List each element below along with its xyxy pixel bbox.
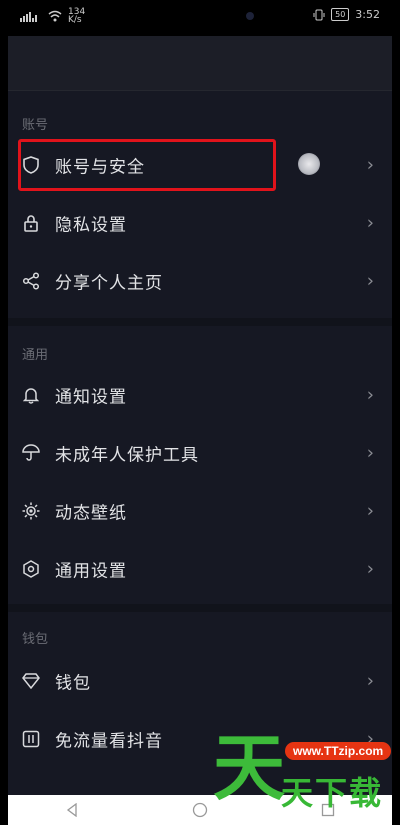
settings-row-share-profile[interactable]: 分享个人主页 › [8, 256, 392, 306]
settings-row-notifications[interactable]: 通知设置 › [8, 370, 392, 420]
settings-row-label: 动态壁纸 [55, 503, 127, 524]
status-bar: 134 K/s 50 3:52 [8, 0, 392, 36]
settings-row-live-wallpaper[interactable]: 动态壁纸 › [8, 486, 392, 536]
settings-row-label: 通用设置 [55, 561, 127, 582]
section-divider [8, 604, 392, 612]
share-icon [22, 272, 40, 290]
home-circle-icon [192, 802, 208, 818]
section-label-account: 账号 [22, 118, 49, 133]
wifi-icon [48, 10, 62, 22]
section-label-wallet: 钱包 [22, 632, 49, 647]
vibrate-icon [313, 9, 325, 20]
status-right: 50 3:52 [313, 8, 380, 21]
settings-row-minor-protection[interactable]: 未成年人保护工具 › [8, 428, 392, 478]
chevron-right-icon: › [366, 212, 374, 234]
chevron-right-icon: › [366, 670, 374, 692]
settings-row-label: 未成年人保护工具 [55, 445, 199, 466]
chevron-right-icon: › [366, 442, 374, 464]
diamond-icon [22, 672, 40, 690]
status-left: 134 K/s [20, 7, 86, 25]
home-button[interactable] [190, 800, 210, 820]
settings-row-general-settings[interactable]: 通用设置 › [8, 544, 392, 594]
battery-level: 50 [331, 8, 350, 21]
chevron-right-icon: › [366, 154, 374, 176]
settings-screen: 134 K/s 50 3:52 账号 账号与安全 › 隐私设置 › 分享个人主页… [8, 0, 392, 825]
header-divider [8, 90, 392, 91]
settings-row-label: 钱包 [55, 673, 91, 694]
back-button[interactable] [62, 800, 82, 820]
header-area [8, 36, 392, 90]
sun-icon [22, 502, 40, 520]
section-divider [8, 318, 392, 326]
front-camera [246, 12, 254, 20]
watermark-url: www.TTzip.com [285, 742, 392, 760]
chevron-right-icon: › [366, 500, 374, 522]
settings-row-wallet[interactable]: 钱包 › [8, 656, 392, 706]
settings-row-label: 免流量看抖音 [55, 731, 163, 752]
watermark-logo: 天 [213, 726, 286, 810]
chevron-right-icon: › [366, 384, 374, 406]
settings-row-privacy[interactable]: 隐私设置 › [8, 198, 392, 248]
bell-icon [22, 386, 40, 404]
touch-indicator [298, 153, 320, 175]
highlight-annotation-box [18, 139, 276, 191]
clock: 3:52 [355, 8, 380, 21]
lock-icon [22, 214, 40, 232]
settings-row-label: 通知设置 [55, 387, 127, 408]
settings-row-label: 隐私设置 [55, 215, 127, 236]
hexagon-icon [22, 560, 40, 578]
chevron-right-icon: › [366, 558, 374, 580]
watermark: 天 www.TTzip.com 天下载 [213, 726, 392, 812]
signal-icon [20, 12, 37, 22]
network-speed: 134 K/s [68, 7, 86, 25]
umbrella-icon [22, 444, 40, 462]
data-icon [22, 730, 40, 748]
section-label-general: 通用 [22, 348, 49, 363]
notch [93, 0, 303, 36]
chevron-right-icon: › [366, 270, 374, 292]
settings-row-label: 分享个人主页 [55, 273, 163, 294]
back-triangle-icon [66, 803, 77, 817]
watermark-text: 天下载 [281, 774, 384, 812]
